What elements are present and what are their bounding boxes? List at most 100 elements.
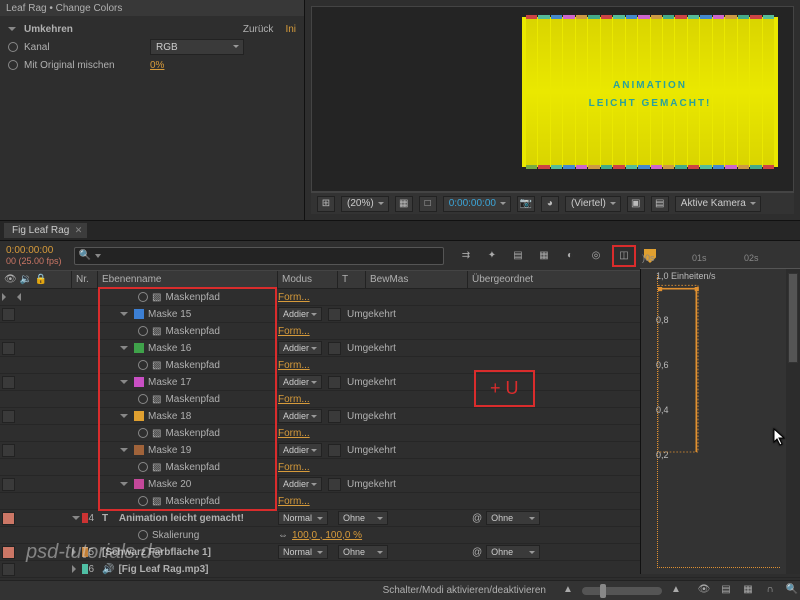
- ini-button[interactable]: Ini: [285, 24, 296, 35]
- current-timecode[interactable]: 0:00:00:00: [6, 245, 62, 256]
- motion-blur-icon[interactable]: ▦: [534, 247, 554, 265]
- visibility-toggle[interactable]: [2, 410, 15, 423]
- shape-link[interactable]: Form...: [278, 462, 310, 473]
- trkmat-dropdown[interactable]: Ohne: [338, 545, 388, 559]
- disclosure-icon[interactable]: [120, 414, 128, 422]
- quality-dropdown[interactable]: (Viertel): [565, 196, 621, 212]
- blend-value[interactable]: 0%: [150, 60, 164, 71]
- parent-dropdown[interactable]: Ohne: [486, 545, 540, 559]
- mask-mode-dropdown[interactable]: Addier: [278, 341, 322, 355]
- mask-mode-dropdown[interactable]: Addier: [278, 409, 322, 423]
- disclosure-icon[interactable]: [72, 548, 80, 556]
- disclosure-icon[interactable]: [72, 565, 80, 573]
- color-swatch[interactable]: [134, 309, 144, 319]
- transparency-icon[interactable]: ▤: [651, 196, 669, 212]
- zoom-slider[interactable]: [582, 587, 662, 595]
- search-dropdown-icon[interactable]: [95, 254, 101, 258]
- draft3d-icon[interactable]: ✦: [482, 247, 502, 265]
- graph-toggle-icon[interactable]: ▧: [152, 462, 161, 473]
- graph-option-icon[interactable]: ∩: [762, 584, 778, 598]
- blend-mode-dropdown[interactable]: Normal: [278, 511, 328, 525]
- shape-link[interactable]: Form...: [278, 292, 310, 303]
- resolution-icon[interactable]: ▦: [395, 196, 413, 212]
- snapshot-icon[interactable]: 📷: [517, 196, 535, 212]
- timeline-tab[interactable]: Fig Leaf Rag ✕: [4, 223, 87, 238]
- composition-viewport[interactable]: ANIMATIONLEICHT GEMACHT!: [311, 6, 794, 192]
- shape-link[interactable]: Form...: [278, 326, 310, 337]
- camera-dropdown[interactable]: Aktive Kamera: [675, 196, 761, 212]
- graph-option-icon[interactable]: 👁: [696, 584, 712, 598]
- stopwatch-icon[interactable]: [138, 292, 148, 302]
- shape-link[interactable]: Form...: [278, 394, 310, 405]
- back-link[interactable]: Zurück: [243, 24, 274, 35]
- color-swatch[interactable]: [134, 445, 144, 455]
- invert-checkbox[interactable]: [328, 444, 341, 457]
- color-swatch[interactable]: [134, 479, 144, 489]
- audio-toggle[interactable]: [2, 563, 15, 576]
- channel-dropdown[interactable]: RGB: [150, 39, 244, 55]
- close-icon[interactable]: ✕: [75, 225, 83, 236]
- frame-blend-icon[interactable]: ▤: [508, 247, 528, 265]
- auto-keyframe-icon[interactable]: ◎: [586, 247, 606, 265]
- disclosure-icon[interactable]: [120, 482, 128, 490]
- zoom-dropdown[interactable]: (20%): [341, 196, 389, 212]
- grid-icon[interactable]: □: [419, 196, 437, 212]
- zoom-out-icon[interactable]: ▲: [560, 584, 576, 598]
- trkmat-dropdown[interactable]: Ohne: [338, 511, 388, 525]
- shape-link[interactable]: Form...: [278, 428, 310, 439]
- disclosure-icon[interactable]: [120, 380, 128, 388]
- blend-mode-dropdown[interactable]: Normal: [278, 545, 328, 559]
- color-swatch[interactable]: [134, 343, 144, 353]
- channels-icon[interactable]: ◕: [541, 196, 559, 212]
- graph-option-icon[interactable]: ▤: [718, 584, 734, 598]
- keyframe-nav-icon[interactable]: [13, 293, 21, 301]
- invert-checkbox[interactable]: [328, 410, 341, 423]
- invert-checkbox[interactable]: [328, 342, 341, 355]
- stopwatch-icon[interactable]: [138, 496, 148, 506]
- graph-toggle-icon[interactable]: ▧: [152, 360, 161, 371]
- graph-toggle-icon[interactable]: ▧: [152, 394, 161, 405]
- graph-editor-icon[interactable]: ◫: [612, 245, 636, 267]
- disclosure-icon[interactable]: [120, 312, 128, 320]
- visibility-toggle[interactable]: [2, 478, 15, 491]
- color-swatch[interactable]: [134, 377, 144, 387]
- stopwatch-icon[interactable]: [138, 428, 148, 438]
- graph-toggle-icon[interactable]: ▧: [152, 292, 161, 303]
- zoom-in-icon[interactable]: ▲: [668, 584, 684, 598]
- search-input[interactable]: 🔍: [74, 247, 444, 265]
- graph-editor-area[interactable]: 1,0 Einheiten/s 0,8 0,6 0,4 0,2: [640, 269, 800, 574]
- shape-link[interactable]: Form...: [278, 360, 310, 371]
- fit-icon[interactable]: 🔍: [784, 584, 800, 598]
- comp-flow-icon[interactable]: ⇉: [456, 247, 476, 265]
- pickwhip-icon[interactable]: @: [472, 513, 482, 524]
- stopwatch-icon[interactable]: [138, 326, 148, 336]
- mask-mode-dropdown[interactable]: Addier: [278, 375, 322, 389]
- keyframe-nav-icon[interactable]: [2, 293, 10, 301]
- brainstorm-icon[interactable]: ◐: [560, 247, 580, 265]
- link-icon[interactable]: ⇔: [278, 530, 288, 541]
- visibility-toggle[interactable]: [2, 546, 15, 559]
- magnify-icon[interactable]: ⊞: [317, 196, 335, 212]
- stopwatch-icon[interactable]: [138, 462, 148, 472]
- time-ruler[interactable]: )0s 01s 02s: [640, 253, 800, 269]
- graph-toggle-icon[interactable]: ▧: [152, 428, 161, 439]
- color-swatch[interactable]: [134, 411, 144, 421]
- stopwatch-icon[interactable]: [8, 42, 18, 52]
- stopwatch-icon[interactable]: [138, 530, 148, 540]
- view-icon[interactable]: ▣: [627, 196, 645, 212]
- visibility-toggle[interactable]: [2, 376, 15, 389]
- disclosure-icon[interactable]: [120, 448, 128, 456]
- visibility-toggle[interactable]: [2, 308, 15, 321]
- shape-link[interactable]: Form...: [278, 496, 310, 507]
- mask-mode-dropdown[interactable]: Addier: [278, 477, 322, 491]
- invert-checkbox[interactable]: [328, 478, 341, 491]
- disclosure-icon[interactable]: [72, 516, 80, 524]
- scale-value[interactable]: 100,0 , 100,0 %: [292, 530, 362, 541]
- mask-mode-dropdown[interactable]: Addier: [278, 443, 322, 457]
- visibility-toggle[interactable]: [2, 512, 15, 525]
- parent-dropdown[interactable]: Ohne: [486, 511, 540, 525]
- graph-toggle-icon[interactable]: ▧: [152, 496, 161, 507]
- invert-checkbox[interactable]: [328, 308, 341, 321]
- graph-toggle-icon[interactable]: ▧: [152, 326, 161, 337]
- pickwhip-icon[interactable]: @: [472, 547, 482, 558]
